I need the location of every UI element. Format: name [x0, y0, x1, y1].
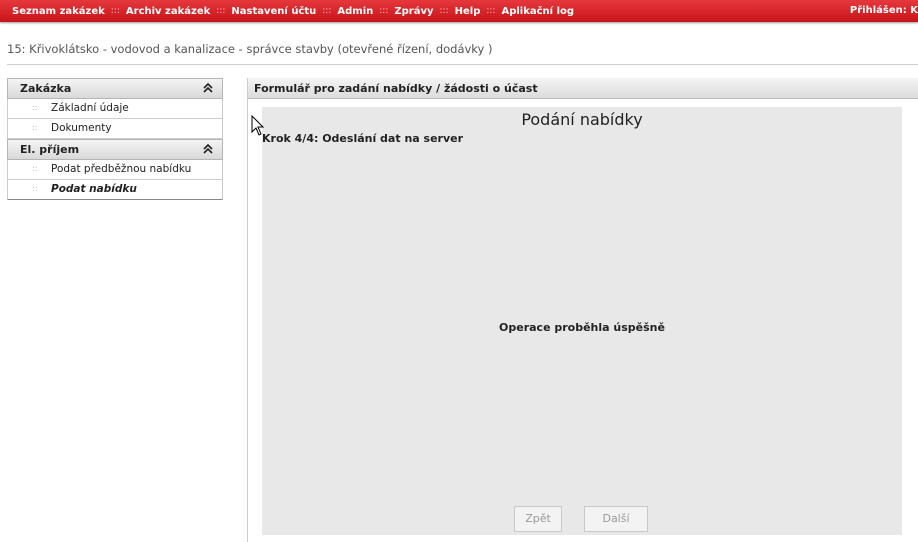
bullet-icon: ::	[32, 164, 38, 173]
sidebar-item-podat-nabidku[interactable]: :: Podat nabídku	[7, 180, 223, 200]
page-title: 15: Křivoklátsko - vodovod a kanalizace …	[7, 42, 493, 56]
main-menu: Seznam zakázek ::: Archiv zakázek ::: Na…	[12, 0, 574, 22]
nav-item-archiv-zakazek[interactable]: Archiv zakázek	[126, 6, 210, 17]
sidebar-section-zakazka[interactable]: Zakázka	[7, 78, 223, 99]
nav-separator: :::	[216, 6, 226, 16]
nav-item-nastaveni-uctu[interactable]: Nastavení účtu	[231, 6, 316, 17]
nav-separator: :::	[439, 6, 449, 16]
double-chevron-up-icon[interactable]	[203, 143, 213, 155]
logged-in-user: Přihlášen: K	[849, 5, 918, 16]
double-chevron-up-icon[interactable]	[203, 82, 213, 94]
nav-item-help[interactable]: Help	[455, 6, 481, 17]
content-divider	[247, 78, 248, 542]
sidebar-item-label: Dokumenty	[51, 122, 112, 134]
status-message: Operace proběhla úspěšně	[499, 321, 665, 334]
nav-separator: :::	[110, 6, 120, 16]
bullet-icon: ::	[32, 184, 38, 193]
sidebar-item-label: Základní údaje	[51, 102, 129, 114]
sidebar-section-title: El. příjem	[20, 143, 80, 156]
sidebar-item-label: Podat předběžnou nabídku	[51, 163, 192, 175]
sidebar-item-podat-predbeznou-nabidku[interactable]: :: Podat předběžnou nabídku	[7, 160, 223, 180]
form-header: Formulář pro zadání nabídky / žádosti o …	[248, 78, 918, 99]
form-header-title: Formulář pro zadání nabídky / žádosti o …	[254, 82, 538, 95]
sidebar-item-label: Podat nabídku	[51, 183, 137, 195]
back-button[interactable]: Zpět	[514, 506, 562, 532]
nav-item-admin[interactable]: Admin	[337, 6, 373, 17]
nav-separator: :::	[322, 6, 332, 16]
sidebar-section-title: Zakázka	[20, 82, 72, 95]
nav-separator: :::	[379, 6, 389, 16]
title-divider	[7, 64, 918, 65]
nav-item-aplikacni-log[interactable]: Aplikační log	[501, 6, 574, 17]
sidebar-section-el-prijem[interactable]: El. příjem	[7, 139, 223, 160]
bullet-icon: ::	[32, 123, 38, 132]
sidebar-item-zakladni-udaje[interactable]: :: Základní údaje	[7, 99, 223, 119]
form-panel: Podání nabídky Krok 4/4: Odeslání dat na…	[262, 107, 902, 535]
nav-item-seznam-zakazek[interactable]: Seznam zakázek	[12, 6, 105, 17]
step-label: Krok 4/4: Odeslání dat na server	[262, 132, 464, 145]
next-button[interactable]: Další	[584, 506, 648, 532]
sidebar: Zakázka :: Základní údaje :: Dokumenty E…	[7, 78, 223, 200]
top-navigation-bar: Seznam zakázek ::: Archiv zakázek ::: Na…	[0, 0, 918, 22]
sidebar-item-dokumenty[interactable]: :: Dokumenty	[7, 119, 223, 139]
nav-separator: :::	[486, 6, 496, 16]
nav-item-zpravy[interactable]: Zprávy	[394, 6, 433, 17]
bullet-icon: ::	[32, 103, 38, 112]
panel-title: Podání nabídky	[521, 110, 643, 129]
mouse-pointer-icon	[251, 115, 265, 136]
